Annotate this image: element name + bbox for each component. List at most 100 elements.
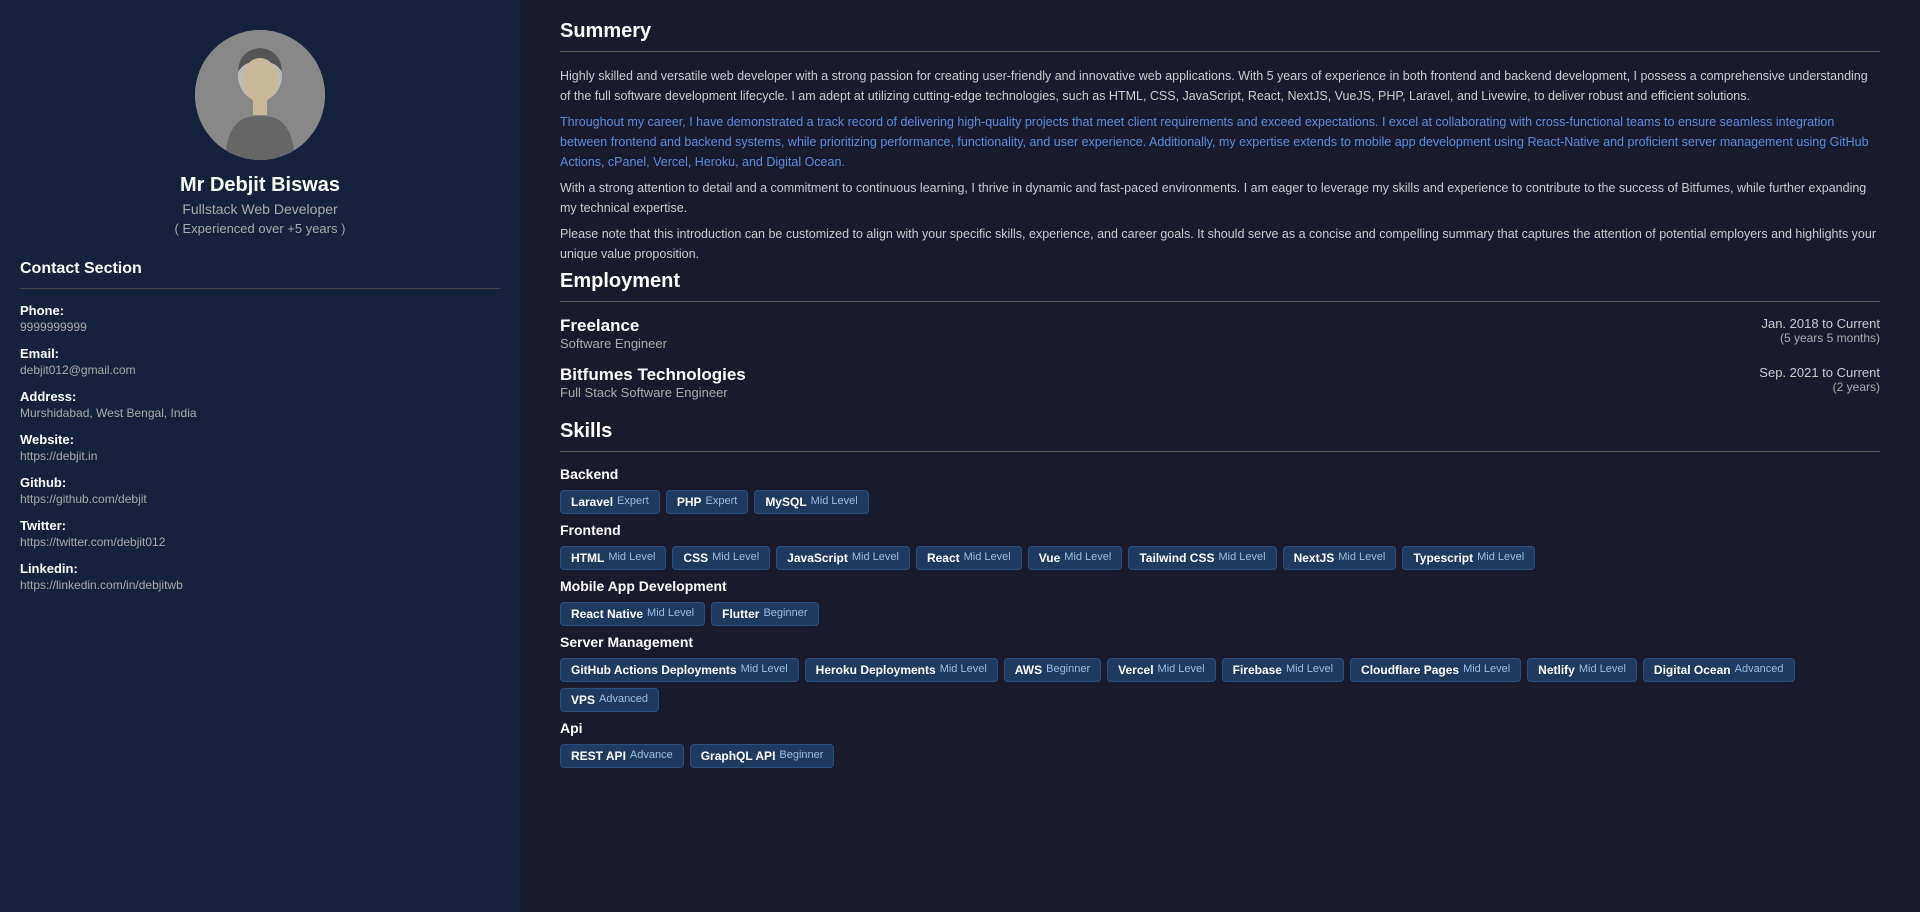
contact-item: Email: debjit012@gmail.com	[20, 346, 500, 377]
skill-name: Tailwind CSS	[1139, 551, 1214, 565]
jobs-container: Freelance Software Engineer Jan. 2018 to…	[560, 316, 1880, 400]
skill-tag: GraphQL APIBeginner	[690, 744, 835, 768]
skill-name: Vercel	[1118, 663, 1153, 677]
skill-name: JavaScript	[787, 551, 848, 565]
skill-category-title: Frontend	[560, 522, 1880, 538]
skills-title: Skills	[560, 420, 1880, 443]
job-role: Software Engineer	[560, 336, 667, 351]
skill-tag: NetlifyMid Level	[1527, 658, 1637, 682]
skill-level: Mid Level	[940, 663, 987, 677]
skill-name: VPS	[571, 693, 595, 707]
skill-name: NextJS	[1294, 551, 1335, 565]
job-right: Jan. 2018 to Current (5 years 5 months)	[1761, 316, 1880, 345]
skill-tags: HTMLMid LevelCSSMid Level JavaScript Mid L…	[560, 546, 1880, 570]
skill-level: Advanced	[599, 693, 648, 707]
skill-level: Mid Level	[852, 551, 899, 565]
contact-item: Address: Murshidabad, West Bengal, India	[20, 389, 500, 420]
skill-tag: AWS Beginner	[1004, 658, 1101, 682]
skill-category-title: Backend	[560, 466, 1880, 482]
profile-title: Fullstack Web Developer	[182, 201, 337, 217]
skill-tag: FlutterBeginner	[711, 602, 818, 626]
job-dates: Jan. 2018 to Current	[1761, 316, 1880, 331]
skill-level: Mid Level	[1286, 663, 1333, 677]
skill-tag: VercelMid Level	[1107, 658, 1215, 682]
skill-level: Mid Level	[647, 607, 694, 621]
contact-heading: Contact Section	[20, 260, 500, 278]
skill-name: AWS	[1015, 663, 1042, 677]
sidebar: Mr Debjit Biswas Fullstack Web Developer…	[0, 0, 520, 912]
skill-category: BackendLaravelExpertPHPExpertMySQLMid Le…	[560, 466, 1880, 514]
summary-paragraph: With a strong attention to detail and a …	[560, 178, 1880, 218]
skill-name: Firebase	[1233, 663, 1282, 677]
skill-name: React Native	[571, 607, 643, 621]
main-content: Summery Highly skilled and versatile web…	[520, 0, 1920, 912]
skill-name: Digital Ocean	[1654, 663, 1731, 677]
contact-value: debjit012@gmail.com	[20, 363, 500, 377]
skill-level: Mid Level	[712, 551, 759, 565]
skill-level: Expert	[617, 495, 649, 509]
job-left: Freelance Software Engineer	[560, 316, 667, 351]
skill-tag: CSSMid Level	[672, 546, 770, 570]
skill-name: React	[927, 551, 960, 565]
profile-name: Mr Debjit Biswas	[180, 174, 340, 197]
skill-tag: Laravel Expert	[560, 490, 660, 514]
skill-level: Mid Level	[1477, 551, 1524, 565]
contact-label: Website:	[20, 432, 500, 447]
skill-tags: GitHub Actions DeploymentsMid LevelHerok…	[560, 658, 1880, 712]
contact-item: Linkedin: https://linkedin.com/in/debjit…	[20, 561, 500, 592]
contact-divider	[20, 288, 500, 289]
skill-tag: NextJSMid Level	[1283, 546, 1397, 570]
contact-item: Twitter: https://twitter.com/debjit012	[20, 518, 500, 549]
contact-value: Murshidabad, West Bengal, India	[20, 406, 500, 420]
skill-level: Mid Level	[1064, 551, 1111, 565]
skill-tags: LaravelExpertPHPExpertMySQLMid Level	[560, 490, 1880, 514]
job-entry: Bitfumes Technologies Full Stack Softwar…	[560, 365, 1880, 400]
contacts-container: Phone: 9999999999 Email: debjit012@gmail…	[20, 303, 500, 592]
contact-item: Website: https://debjit.in	[20, 432, 500, 463]
skill-tag: PHP Expert	[666, 490, 748, 514]
summary-title: Summery	[560, 20, 1880, 43]
job-duration: (5 years 5 months)	[1761, 331, 1880, 345]
employment-divider	[560, 301, 1880, 302]
contact-value: https://debjit.in	[20, 449, 500, 463]
summary-paragraph: Please note that this introduction can b…	[560, 224, 1880, 264]
skill-level: Beginner	[1046, 663, 1090, 677]
summary-divider	[560, 51, 1880, 52]
skill-tag: Digital OceanAdvanced	[1643, 658, 1795, 682]
summary-paragraph: Throughout my career, I have demonstrate…	[560, 112, 1880, 172]
skill-name: Typescript	[1413, 551, 1473, 565]
skill-tag: VPS Advanced	[560, 688, 659, 712]
skill-level: Mid Level	[1218, 551, 1265, 565]
skill-tag: HTMLMid Level	[560, 546, 666, 570]
skill-name: REST API	[571, 749, 626, 763]
skill-name: Laravel	[571, 495, 613, 509]
skill-name: MySQL	[765, 495, 806, 509]
skill-level: Mid Level	[1338, 551, 1385, 565]
skill-name: Flutter	[722, 607, 759, 621]
skill-name: PHP	[677, 495, 702, 509]
job-company: Freelance	[560, 316, 667, 336]
employment-section: Employment Freelance Software Engineer J…	[560, 270, 1880, 400]
skill-level: Mid Level	[1463, 663, 1510, 677]
skill-category: Server ManagementGitHub Actions Deployme…	[560, 634, 1880, 712]
skill-tag: Heroku Deployments Mid Level	[805, 658, 998, 682]
contact-label: Linkedin:	[20, 561, 500, 576]
skill-level: Mid Level	[608, 551, 655, 565]
skill-level: Expert	[706, 495, 738, 509]
job-left: Bitfumes Technologies Full Stack Softwar…	[560, 365, 746, 400]
skill-category-title: Mobile App Development	[560, 578, 1880, 594]
skill-tag: React Native Mid Level	[560, 602, 705, 626]
skill-tag: Cloudflare PagesMid Level	[1350, 658, 1521, 682]
job-entry: Freelance Software Engineer Jan. 2018 to…	[560, 316, 1880, 351]
summary-paragraphs: Highly skilled and versatile web develop…	[560, 66, 1880, 264]
job-dates: Sep. 2021 to Current	[1759, 365, 1880, 380]
skill-name: Heroku Deployments	[816, 663, 936, 677]
skill-level: Mid Level	[1579, 663, 1626, 677]
skill-tag: VueMid Level	[1028, 546, 1123, 570]
job-right: Sep. 2021 to Current (2 years)	[1759, 365, 1880, 394]
skill-tags: REST APIAdvanceGraphQL APIBeginner	[560, 744, 1880, 768]
avatar	[195, 30, 325, 160]
skill-level: Mid Level	[964, 551, 1011, 565]
contact-value: https://linkedin.com/in/debjitwb	[20, 578, 500, 592]
skill-tag: REST APIAdvance	[560, 744, 684, 768]
